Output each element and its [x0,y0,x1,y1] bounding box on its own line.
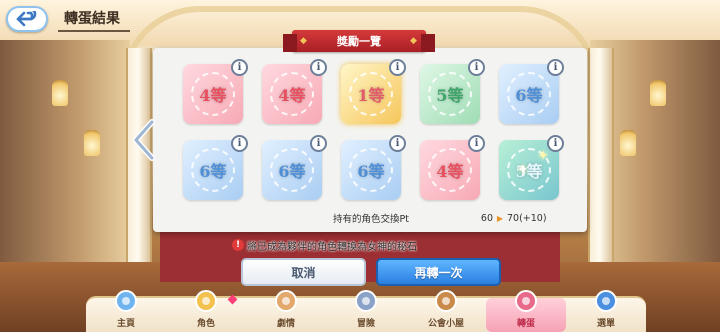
points-label: 持有的角色交換Pt [333,214,409,225]
info-icon[interactable]: i [231,59,248,76]
info-icon[interactable]: i [468,135,485,152]
title-wrap: 轉蛋結果 [58,6,130,32]
arrow-right-icon: ▶ [496,213,504,223]
nav-label: 轉蛋 [516,319,535,329]
nav-label: 冒險 [356,319,375,329]
exclamation-icon: ! [232,239,244,251]
reward-tile[interactable]: 5等 i ✦ ✦ [499,135,564,200]
reward-tile[interactable]: 4等 i [183,59,248,124]
nav-icon [271,286,301,316]
points-current: 60 [480,212,493,224]
sparkle-icon: ✦ [517,162,529,178]
reward-rank: 6等 [357,162,385,181]
nav-label: 角色 [196,319,215,329]
ribbon-title: 獎勵一覽 [337,35,381,48]
nav-icon [591,286,621,316]
back-arrow-icon [16,11,37,27]
cancel-button[interactable]: 取消 [241,258,366,286]
nav-icon [431,286,461,316]
info-icon[interactable]: i [547,135,564,152]
reward-rank: 6等 [199,162,227,181]
nav-label: 劇情 [276,319,295,329]
wall-lamp [52,80,68,106]
ribbon-deco-icon: ◆ [300,36,307,46]
bottom-nav: 主頁 角色 劇情 冒險 公會小屋 轉蛋 選單 [86,290,646,332]
nav-item[interactable]: 冒險 [326,290,406,332]
reward-tile[interactable]: 6等 i [262,135,327,200]
exchange-points-row: 持有的角色交換Pt 60 ▶ 70(+10) [333,210,563,226]
nav-item[interactable]: 公會小屋 [406,290,486,332]
info-icon[interactable]: i [547,59,564,76]
info-icon[interactable]: i [389,135,406,152]
retry-button[interactable]: 再轉一次 [376,258,501,286]
reward-rank: 4等 [199,86,227,105]
nav-item[interactable]: 轉蛋 [486,290,566,332]
reward-tile[interactable]: 5等 i [420,59,485,124]
info-icon[interactable]: i [310,59,327,76]
wall-lamp [620,130,636,156]
header: 轉蛋結果 [6,4,130,34]
prev-arrow-icon[interactable] [130,118,158,162]
points-new: 70(+10) [507,212,547,224]
reward-tile[interactable]: 4等 i [420,135,485,200]
wall-lamp [84,130,100,156]
sparkle-icon: ✦ [537,148,549,164]
reward-tile[interactable]: 6等 i [341,135,406,200]
nav-label: 主頁 [116,319,135,329]
reward-rank: 4等 [436,162,464,181]
nav-label: 選單 [596,319,615,329]
info-icon[interactable]: i [389,59,406,76]
notification-badge [227,294,238,305]
page-title: 轉蛋結果 [64,11,120,27]
reward-rank: 6等 [515,86,543,105]
nav-icon [351,286,381,316]
wall-lamp [650,80,666,106]
back-button[interactable] [6,6,48,32]
notice-text: 將已成為夥伴的角色轉換為女神的秘石 [247,241,417,253]
nav-label: 公會小屋 [427,319,464,329]
reward-rank: 1等 [357,86,385,105]
rewards-panel: 4等 i 4等 i 1等 i 5等 i 6等 i 6等 i 6等 i 6等 i 4等 i 5等 i ✦ ✦ 持有的角色交換… [153,48,587,232]
notice: ! 將已成為夥伴的角色轉換為女神的秘石 [232,238,417,253]
info-icon[interactable]: i [231,135,248,152]
nav-icon [191,286,221,316]
nav-icon [511,286,541,316]
ribbon-deco-icon: ◆ [410,36,417,46]
rewards-ribbon: ◆ 獎勵一覽 ◆ [283,30,435,52]
nav-item[interactable]: 劇情 [246,290,326,332]
rewards-grid: 4等 i 4等 i 1等 i 5等 i 6等 i 6等 i 6等 i 6等 i 4等 i 5等 i ✦ ✦ [183,59,564,200]
reward-rank: 4等 [278,86,306,105]
reward-tile[interactable]: 4等 i [262,59,327,124]
reward-tile[interactable]: 6等 i [183,135,248,200]
info-icon[interactable]: i [468,59,485,76]
reward-rank: 5等 [436,86,464,105]
pillar [588,48,614,278]
reward-tile[interactable]: 1等 i [341,59,406,124]
nav-item[interactable]: 主頁 [86,290,166,332]
nav-item[interactable]: 角色 [166,290,246,332]
info-icon[interactable]: i [310,135,327,152]
pillar [126,48,152,278]
nav-icon [111,286,141,316]
nav-item[interactable]: 選單 [566,290,646,332]
reward-rank: 6等 [278,162,306,181]
left-wall [0,40,130,270]
reward-tile[interactable]: 6等 i [499,59,564,124]
